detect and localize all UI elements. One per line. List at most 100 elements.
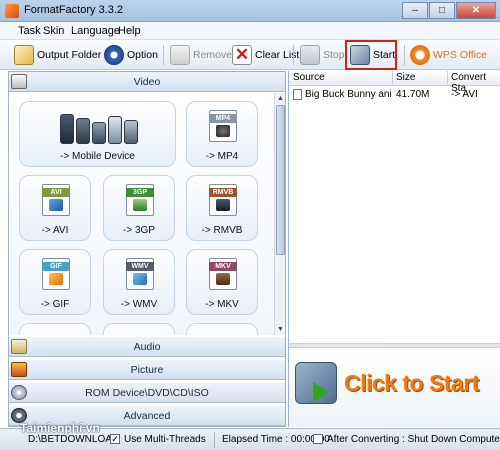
column-divider[interactable] bbox=[447, 71, 448, 86]
format-mobile-device[interactable]: -> Mobile Device bbox=[19, 101, 176, 167]
real-media-icon bbox=[216, 199, 230, 211]
wps-office-icon bbox=[410, 45, 430, 65]
format-gif[interactable]: GIF -> GIF bbox=[19, 249, 91, 315]
format-label: -> MKV bbox=[205, 299, 239, 310]
after-converting-checkbox[interactable] bbox=[313, 434, 323, 444]
avi-file-icon: AVI bbox=[42, 184, 70, 216]
close-button[interactable]: ✕ bbox=[456, 2, 496, 19]
column-source[interactable]: Source bbox=[293, 72, 325, 83]
picture-icon bbox=[11, 362, 27, 377]
window-title: FormatFactory 3.3.2 bbox=[24, 4, 124, 16]
format-label: -> AVI bbox=[41, 225, 69, 236]
category-advanced-label: Advanced bbox=[123, 410, 171, 422]
mobile-devices-icon bbox=[60, 110, 138, 144]
format-avi[interactable]: AVI -> AVI bbox=[19, 175, 91, 241]
category-rom-label: ROM Device\DVD\CD\ISO bbox=[85, 387, 209, 399]
scroll-thumb[interactable] bbox=[276, 105, 285, 255]
gif-image-icon bbox=[49, 273, 63, 285]
format-scrollbar[interactable]: ▲ ▼ bbox=[274, 93, 285, 335]
toolbar-separator bbox=[293, 45, 294, 65]
play-arrow-icon bbox=[313, 382, 329, 402]
clear-list-button[interactable]: ✕ Clear List bbox=[232, 43, 299, 67]
3gp-file-icon: 3GP bbox=[126, 184, 154, 216]
stop-label: Stop bbox=[323, 49, 345, 61]
output-folder-button[interactable]: Output Folder bbox=[14, 43, 101, 67]
click-to-start-banner[interactable]: Click to Start bbox=[289, 348, 500, 427]
column-size[interactable]: Size bbox=[396, 72, 415, 83]
task-size: 41.70M bbox=[396, 89, 430, 100]
fmt-tag: WMV bbox=[126, 262, 154, 271]
wps-office-button[interactable]: WPS Office bbox=[410, 43, 487, 67]
scroll-down-arrow[interactable]: ▼ bbox=[275, 324, 286, 335]
title-bar[interactable]: FormatFactory 3.3.2 – □ ✕ bbox=[0, 0, 500, 22]
remove-button[interactable]: Remove bbox=[170, 43, 232, 67]
format-label: -> MP4 bbox=[205, 151, 239, 162]
audio-note-icon bbox=[11, 339, 27, 354]
scroll-up-arrow[interactable]: ▲ bbox=[275, 93, 286, 104]
format-card-partial[interactable] bbox=[19, 323, 91, 335]
after-converting-label: After Converting : Shut Down Computer bbox=[327, 434, 500, 445]
file-icon bbox=[293, 89, 302, 100]
stop-button[interactable]: Stop bbox=[300, 43, 345, 67]
clear-x-icon: ✕ bbox=[232, 45, 252, 65]
menu-skin[interactable]: Skin bbox=[43, 25, 64, 37]
minimize-button[interactable]: – bbox=[402, 2, 428, 19]
format-card-partial[interactable] bbox=[186, 323, 258, 335]
fmt-tag: 3GP bbox=[126, 188, 154, 197]
category-video-label: Video bbox=[133, 76, 161, 88]
option-gear-icon bbox=[104, 45, 124, 65]
fmt-tag: GIF bbox=[42, 262, 70, 271]
category-picture[interactable]: Picture bbox=[9, 360, 285, 380]
task-row[interactable]: Big Buck Bunny ani... 41.70M -> AVI bbox=[289, 87, 500, 103]
menu-bar: Task Skin Language Help bbox=[0, 22, 500, 40]
format-label: -> 3GP bbox=[123, 225, 155, 236]
film-reel-icon bbox=[216, 125, 230, 137]
format-label: -> Mobile Device bbox=[60, 151, 135, 162]
click-to-start-text: Click to Start bbox=[344, 370, 479, 396]
category-audio[interactable]: Audio bbox=[9, 337, 285, 357]
option-label: Option bbox=[127, 49, 158, 61]
format-wmv[interactable]: WMV -> WMV bbox=[103, 249, 175, 315]
multithreads-label: Use Multi-Threads bbox=[124, 434, 206, 445]
output-folder-label: Output Folder bbox=[37, 49, 102, 61]
remove-icon bbox=[170, 45, 190, 65]
menu-language[interactable]: Language bbox=[71, 25, 120, 37]
film-strip-icon bbox=[216, 273, 230, 285]
format-card-partial[interactable] bbox=[103, 323, 175, 335]
category-rom-device[interactable]: ROM Device\DVD\CD\ISO bbox=[9, 383, 285, 403]
fmt-tag: MP4 bbox=[209, 114, 237, 123]
format-label: -> WMV bbox=[120, 299, 158, 310]
multithreads-checkbox[interactable]: ✓ bbox=[110, 434, 120, 444]
watermark-text: Taimienphi.vn bbox=[20, 421, 100, 435]
toolbar-separator bbox=[404, 45, 405, 65]
mp4-file-icon: MP4 bbox=[209, 110, 237, 142]
format-mp4[interactable]: MP4 -> MP4 bbox=[186, 101, 258, 167]
status-divider bbox=[214, 432, 215, 448]
format-mkv[interactable]: MKV -> MKV bbox=[186, 249, 258, 315]
output-path[interactable]: D:\BETDOWNLOAD bbox=[28, 434, 119, 445]
folder-icon bbox=[14, 45, 34, 65]
menu-task[interactable]: Task bbox=[18, 25, 41, 37]
mkv-file-icon: MKV bbox=[209, 258, 237, 290]
toolbar-separator bbox=[163, 45, 164, 65]
option-button[interactable]: Option bbox=[104, 43, 158, 67]
rmvb-file-icon: RMVB bbox=[209, 184, 237, 216]
window-controls: – □ ✕ bbox=[402, 2, 496, 19]
remove-label: Remove bbox=[193, 49, 233, 61]
disc-icon bbox=[11, 385, 27, 400]
conversion-panel: Video -> Mobile Device MP4 -> MP4 AVI ->… bbox=[8, 71, 286, 427]
maximize-button[interactable]: □ bbox=[429, 2, 455, 19]
video-film-icon bbox=[11, 74, 27, 89]
fmt-tag: AVI bbox=[42, 188, 70, 197]
wmv-file-icon: WMV bbox=[126, 258, 154, 290]
phone-icon bbox=[133, 199, 147, 211]
column-divider[interactable] bbox=[392, 71, 393, 86]
task-table-header: Source Size Convert Sta bbox=[289, 71, 500, 94]
category-video[interactable]: Video bbox=[9, 72, 285, 92]
format-rmvb[interactable]: RMVB -> RMVB bbox=[186, 175, 258, 241]
format-3gp[interactable]: 3GP -> 3GP bbox=[103, 175, 175, 241]
start-highlight-box bbox=[345, 40, 397, 70]
menu-help[interactable]: Help bbox=[118, 25, 141, 37]
stop-icon bbox=[300, 45, 320, 65]
app-icon bbox=[5, 4, 19, 18]
